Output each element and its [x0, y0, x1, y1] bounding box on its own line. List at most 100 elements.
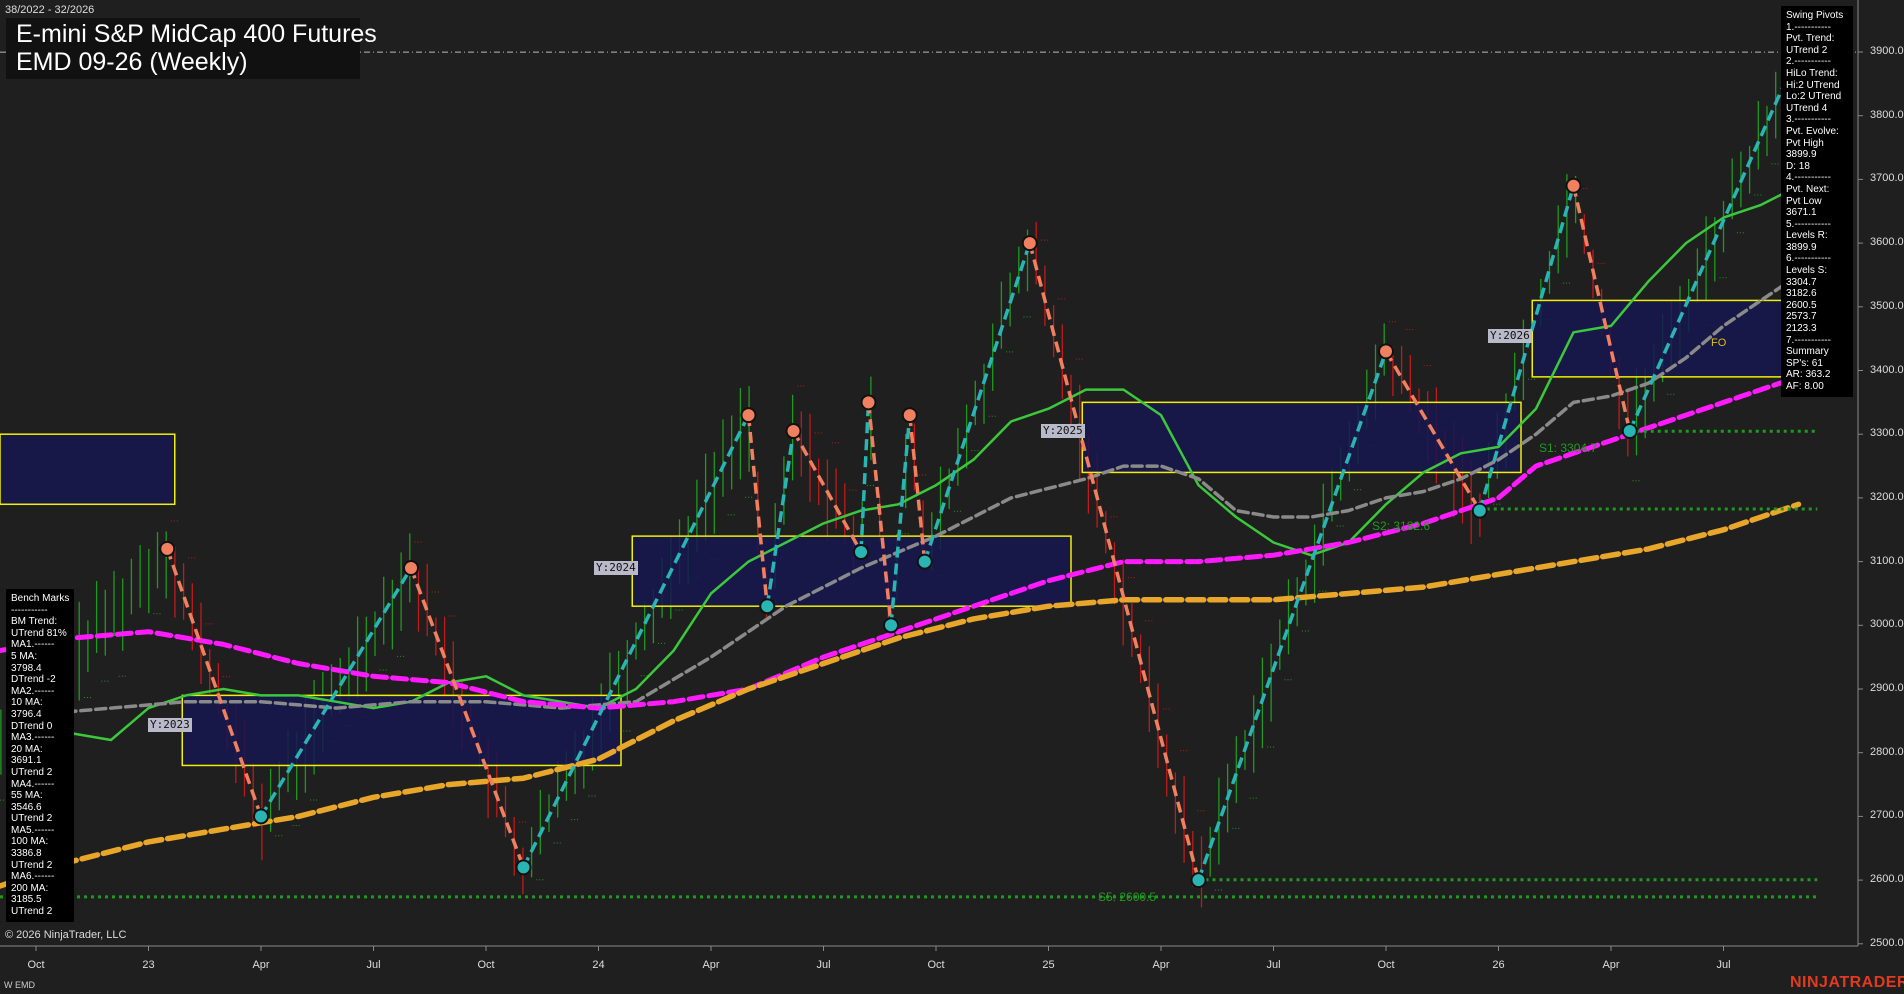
instrument-code: W EMD: [4, 980, 35, 990]
bm-line: 3386.8: [11, 848, 42, 860]
pivot-high-marker: [860, 394, 877, 411]
bm-line: UTrend 2: [11, 766, 53, 778]
swing-line: Levels S:: [1786, 265, 1828, 277]
swing-line: 1.-----------: [1786, 21, 1831, 33]
swing-line: Swing Pivots: [1786, 10, 1844, 21]
pivot-high-marker: [1378, 343, 1394, 360]
bm-line: UTrend 2: [11, 859, 53, 871]
swing-line: AR: 363.2: [1786, 369, 1831, 381]
title-box: E-mini S&P MidCap 400 Futures EMD 09-26 …: [6, 18, 377, 79]
x-tick-label: Jul: [816, 959, 831, 971]
pivot-high-marker: [1021, 235, 1038, 252]
swing-line: 2573.7: [1786, 311, 1817, 323]
yearly-zone-box: [1081, 401, 1522, 474]
bm-line: 200 MA:: [11, 882, 49, 894]
bm-line: Bench Marks: [11, 593, 70, 604]
fo-label: FO: [1711, 337, 1727, 349]
swing-line: 3899.9: [1786, 149, 1817, 161]
x-tick-label: Oct: [27, 959, 45, 971]
swing-line: Pvt. Evolve:: [1786, 125, 1839, 137]
y-tick-label: 3800.0: [1870, 108, 1904, 121]
y-tick-label: 3600.0: [1870, 236, 1904, 249]
bm-line: 3796.4: [11, 708, 42, 720]
y-tick-label: 2700.0: [1870, 809, 1904, 822]
swing-line: 6.-----------: [1786, 253, 1831, 265]
yearly-zone-box: [1531, 299, 1800, 378]
pivot-high-marker: [901, 407, 918, 424]
pivot-high-marker: [785, 423, 802, 440]
swing-line: Hi:2 UTrend: [1786, 79, 1840, 91]
bm-line: BM Trend:: [11, 616, 58, 628]
bm-line: 10 MA:: [11, 697, 43, 709]
swing-line: Lo:2 UTrend: [1786, 91, 1842, 103]
swing-line: 2600.5: [1786, 299, 1817, 311]
bm-line: UTrend 81%: [11, 627, 67, 639]
pivot-low-marker: [1621, 423, 1638, 440]
pivot-low-marker: [1471, 502, 1488, 519]
bm-line: 3546.6: [11, 801, 42, 813]
zone-label-y2023: Y:2023: [148, 718, 192, 732]
y-tick-label: 2800.0: [1870, 745, 1904, 758]
y-tick-label: 3700.0: [1870, 172, 1904, 185]
x-tick-label: 25: [1042, 959, 1055, 971]
x-tick-label: Oct: [927, 959, 945, 971]
pivot-low-marker: [916, 553, 933, 570]
chart-subtitle: EMD 09-26 (Weekly): [16, 48, 248, 76]
y-tick-label: 2900.0: [1870, 682, 1904, 694]
bm-line: 3185.5: [11, 894, 42, 906]
swing-line: Pvt. Next:: [1786, 183, 1830, 195]
y-tick-label: 2600.0: [1870, 873, 1904, 886]
x-tick-label: 24: [592, 959, 605, 971]
x-tick-label: Apr: [1602, 959, 1620, 971]
support-label-s5: S5: 2600.5: [1098, 890, 1157, 904]
pivot-high-marker: [740, 407, 757, 424]
bm-line: 3691.1: [11, 755, 42, 767]
pivot-high-marker: [159, 540, 176, 557]
y-tick-label: 2500.0: [1870, 936, 1904, 949]
pivot-low-marker: [253, 808, 269, 825]
bm-line: 3798.4: [11, 662, 42, 674]
price-bars: [0, 67, 1786, 908]
y-tick-label: 3400.0: [1870, 363, 1904, 376]
swing-line: 3.-----------: [1786, 114, 1831, 126]
x-tick-label: Oct: [477, 959, 495, 971]
y-tick-label: 3900.0: [1870, 45, 1904, 57]
pivot-low-marker: [759, 598, 776, 615]
pivot-low-marker: [853, 544, 869, 561]
swing-line: 2123.3: [1786, 323, 1817, 335]
chart-title: E-mini S&P MidCap 400 Futures: [16, 20, 377, 48]
x-tick-label: Apr: [1152, 959, 1170, 971]
bm-line: MA2.------: [11, 685, 55, 697]
y-tick-label: 3300.0: [1870, 427, 1904, 440]
x-tick-label: 23: [142, 959, 155, 971]
x-tick-label: Jul: [1266, 959, 1281, 971]
zone-label-y2026: Y:2026: [1488, 329, 1532, 343]
swing-line: Summary: [1786, 346, 1829, 358]
support-label-s2: S2: 3182.6: [1372, 519, 1431, 533]
pivot-low-marker: [515, 859, 532, 876]
swing-line: D: 18: [1786, 160, 1810, 172]
bm-line: 100 MA:: [11, 836, 49, 848]
swing-line: UTrend 2: [1786, 44, 1828, 56]
bm-line: DTrend -2: [11, 674, 56, 686]
price-chart[interactable]: [0, 0, 1904, 994]
y-tick-label: 3000.0: [1870, 618, 1904, 631]
bm-line: MA4.------: [11, 778, 55, 790]
pivot-swing-line: [165, 548, 263, 817]
swing-line: 3304.7: [1786, 276, 1817, 288]
pivot-low-marker: [1190, 872, 1207, 889]
swing-line: 5.-----------: [1786, 218, 1831, 230]
benchmarks-panel: Bench Marks ----------- BM Trend: UTrend 81…: [6, 589, 74, 922]
swing-line: SP's: 61: [1786, 357, 1823, 369]
pivot-high-marker: [1565, 177, 1582, 194]
swing-line: Pvt. Trend:: [1786, 33, 1835, 45]
zone-label-y2025: Y:2025: [1041, 424, 1085, 438]
swing-line: 3671.1: [1786, 207, 1817, 219]
swing-line: 4.-----------: [1786, 172, 1831, 184]
zone-label-y2024: Y:2024: [594, 561, 638, 575]
swing-line: Levels R:: [1786, 230, 1828, 242]
bm-line: MA5.------: [11, 824, 55, 836]
x-tick-label: Apr: [702, 959, 720, 971]
bm-line: UTrend 2: [11, 906, 53, 918]
x-tick-label: Apr: [252, 959, 270, 971]
